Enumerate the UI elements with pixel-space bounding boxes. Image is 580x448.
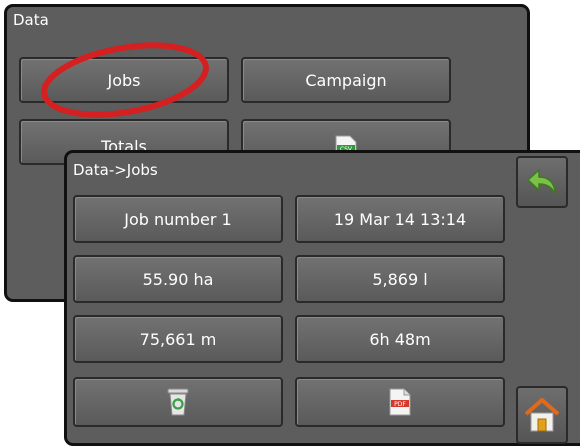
svg-text:PDF: PDF — [394, 401, 406, 408]
export-pdf-button[interactable]: PDF — [295, 377, 505, 427]
duration-value: 6h 48m — [369, 329, 431, 349]
jobs-screen-panel: Data->Jobs Job number 1 19 Mar 14 13:14 … — [64, 150, 580, 446]
area-value: 55.90 ha — [142, 269, 214, 289]
home-icon — [524, 398, 560, 432]
delete-job-button[interactable] — [73, 377, 283, 427]
back-arrow-icon — [526, 168, 556, 195]
duration-field: 6h 48m — [295, 315, 505, 363]
volume-value: 5,869 l — [372, 269, 428, 289]
home-button[interactable] — [516, 386, 568, 444]
pdf-file-icon: PDF — [389, 388, 411, 416]
distance-field: 75,661 m — [73, 315, 283, 363]
back-button[interactable] — [516, 156, 568, 208]
data-menu-title: Data — [13, 11, 49, 29]
campaign-button-label: Campaign — [305, 70, 387, 90]
area-field: 55.90 ha — [73, 255, 283, 303]
recycle-bin-icon — [167, 388, 189, 416]
job-name-value: Job number 1 — [124, 209, 232, 229]
distance-value: 75,661 m — [139, 329, 217, 349]
highlight-circle — [41, 42, 209, 118]
volume-field: 5,869 l — [295, 255, 505, 303]
campaign-button[interactable]: Campaign — [241, 57, 451, 103]
job-date-value: 19 Mar 14 13:14 — [333, 209, 467, 229]
job-date-field: 19 Mar 14 13:14 — [295, 195, 505, 243]
jobs-screen-title: Data->Jobs — [73, 161, 158, 179]
job-name-field[interactable]: Job number 1 — [73, 195, 283, 243]
